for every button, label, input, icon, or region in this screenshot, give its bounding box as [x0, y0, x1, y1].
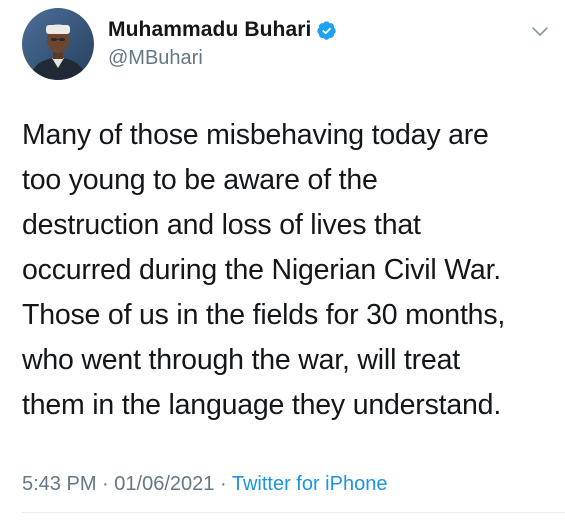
tweet-header: Muhammadu Buhari @MBuhari: [22, 8, 337, 80]
tweet-card: Muhammadu Buhari @MBuhari Many of those …: [0, 0, 565, 520]
meta-separator: ·: [219, 473, 227, 495]
divider: [22, 512, 565, 513]
meta-separator: ·: [102, 473, 109, 495]
tweet-meta: 5:43 PM · 01/06/2021 · Twitter for iPhon…: [22, 473, 387, 496]
user-names: Muhammadu Buhari @MBuhari: [108, 18, 337, 70]
display-name[interactable]: Muhammadu Buhari: [108, 18, 311, 42]
tweet-text: Many of those misbehaving today are too …: [22, 119, 506, 421]
chevron-down-icon[interactable]: [529, 20, 551, 42]
user-handle[interactable]: @MBuhari: [108, 47, 337, 70]
avatar-photo-icon: [22, 8, 94, 80]
name-row: Muhammadu Buhari: [108, 18, 337, 42]
tweet-date[interactable]: 01/06/2021: [114, 473, 214, 495]
tweet-time[interactable]: 5:43 PM: [22, 473, 96, 495]
verified-badge-icon: [316, 20, 337, 41]
tweet-source-link[interactable]: Twitter for iPhone: [232, 473, 388, 495]
avatar[interactable]: [22, 8, 94, 80]
